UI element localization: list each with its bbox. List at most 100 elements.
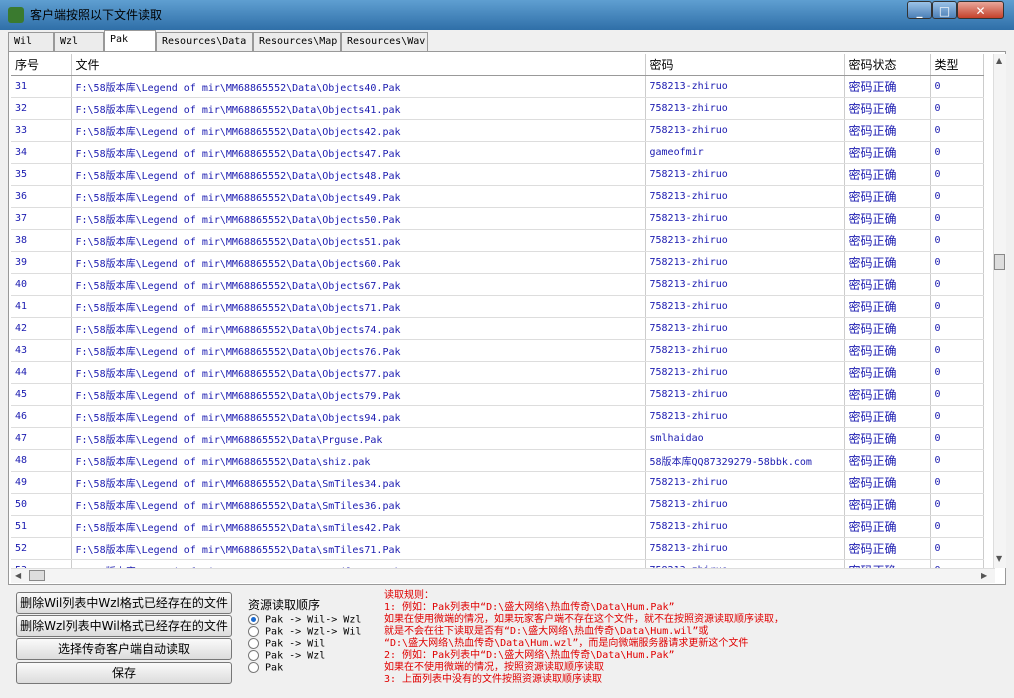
cell-type: 0 — [930, 229, 984, 252]
read-order-title: 资源读取顺序 — [248, 598, 321, 612]
minimize-button[interactable]: _ — [907, 1, 932, 19]
delete-wil-duplicates-button[interactable]: 删除Wil列表中Wzl格式已经存在的文件 — [16, 592, 232, 614]
cell-type: 0 — [930, 185, 984, 208]
cell-status: 密码正确 — [844, 405, 931, 428]
col-header-file[interactable]: 文件 — [71, 54, 646, 76]
radio-icon[interactable] — [248, 638, 259, 649]
radio-icon[interactable] — [248, 626, 259, 637]
tab-wzl[interactable]: Wzl — [54, 32, 104, 51]
cell-password: 758213-zhiruo — [645, 559, 845, 568]
cell-status: 密码正确 — [844, 427, 931, 450]
vertical-scrollbar[interactable]: ▲ ▼ — [993, 54, 1006, 568]
file-grid[interactable]: 序号 文件 密码 密码状态 类型 31 F:\58版本库\Legend of mi… — [11, 54, 995, 568]
cell-password: 758213-zhiruo — [645, 97, 845, 120]
table-row[interactable]: 51 F:\58版本库\Legend of mir\MM68865552\Data… — [11, 515, 984, 538]
tab-resources-data[interactable]: Resources\Data — [156, 32, 253, 51]
cell-status: 密码正确 — [844, 273, 931, 296]
order-option-2[interactable]: Pak -> Wil — [248, 638, 325, 650]
cell-index: 40 — [11, 273, 72, 296]
radio-icon[interactable] — [248, 662, 259, 673]
order-option-1[interactable]: Pak -> Wzl-> Wil — [248, 626, 361, 638]
order-option-3[interactable]: Pak -> Wzl — [248, 650, 325, 662]
table-row[interactable]: 38 F:\58版本库\Legend of mir\MM68865552\Data… — [11, 229, 984, 252]
cell-index: 38 — [11, 229, 72, 252]
col-header-password[interactable]: 密码 — [645, 54, 845, 76]
cell-password: 758213-zhiruo — [645, 405, 845, 428]
tab-pak[interactable]: Pak — [104, 30, 156, 52]
table-row[interactable]: 47 F:\58版本库\Legend of mir\MM68865552\Data… — [11, 427, 984, 450]
cell-index: 39 — [11, 251, 72, 274]
col-header-status[interactable]: 密码状态 — [844, 54, 931, 76]
cell-type: 0 — [930, 141, 984, 164]
table-row[interactable]: 40 F:\58版本库\Legend of mir\MM68865552\Data… — [11, 273, 984, 296]
cell-type: 0 — [930, 163, 984, 186]
cell-password: 758213-zhiruo — [645, 361, 845, 384]
table-row[interactable]: 33 F:\58版本库\Legend of mir\MM68865552\Data… — [11, 119, 984, 142]
cell-index: 48 — [11, 449, 72, 472]
table-row[interactable]: 39 F:\58版本库\Legend of mir\MM68865552\Data… — [11, 251, 984, 274]
scroll-left-icon[interactable]: ◀ — [15, 571, 21, 580]
cell-file: F:\58版本库\Legend of mir\MM68865552\Data\O… — [71, 185, 646, 208]
order-option-4[interactable]: Pak — [248, 662, 283, 674]
order-option-0[interactable]: Pak -> Wil-> Wzl — [248, 614, 361, 626]
horizontal-scrollbar[interactable]: ◀ ▶ — [11, 568, 995, 583]
cell-file: F:\58版本库\Legend of mir\MM68865552\Data\O… — [71, 339, 646, 362]
table-row[interactable]: 37 F:\58版本库\Legend of mir\MM68865552\Data… — [11, 207, 984, 230]
table-row[interactable]: 36 F:\58版本库\Legend of mir\MM68865552\Data… — [11, 185, 984, 208]
choose-client-button[interactable]: 选择传奇客户端自动读取 — [16, 638, 232, 660]
pak-panel: 序号 文件 密码 密码状态 类型 31 F:\58版本库\Legend of mi… — [8, 51, 1006, 585]
table-row[interactable]: 42 F:\58版本库\Legend of mir\MM68865552\Data… — [11, 317, 984, 340]
table-header: 序号 文件 密码 密码状态 类型 — [11, 54, 984, 76]
table-row[interactable]: 53F:\58版本库\Legend of mir\MM68865552\Data… — [11, 559, 984, 568]
tab-resources-map[interactable]: Resources\Map — [253, 32, 341, 51]
cell-file: F:\58版本库\Legend of mir\MM68865552\Data\O… — [71, 295, 646, 318]
cell-file: F:\58版本库\Legend of mir\MM68865552\Data\O… — [71, 163, 646, 186]
window-title: 客户端按照以下文件读取 — [30, 8, 163, 22]
vertical-scroll-thumb[interactable] — [994, 254, 1005, 270]
radio-icon[interactable] — [248, 650, 259, 661]
cell-file: F:\58版本库\Legend of mir\MM68865552\Data\s… — [71, 515, 646, 538]
rules-line: 如果在不使用微端的情况，按照资源读取顺序读取 — [384, 662, 604, 673]
table-row[interactable]: 48 F:\58版本库\Legend of mir\MM68865552\Data… — [11, 449, 984, 472]
table-row[interactable]: 35 F:\58版本库\Legend of mir\MM68865552\Data… — [11, 163, 984, 186]
table-row[interactable]: 49 F:\58版本库\Legend of mir\MM68865552\Data… — [11, 471, 984, 494]
table-row[interactable]: 52 F:\58版本库\Legend of mir\MM68865552\Data… — [11, 537, 984, 560]
cell-file: F:\58版本库\Legend of mir\MM68865552\Data\O… — [71, 75, 646, 98]
delete-wzl-duplicates-button[interactable]: 删除Wzl列表中Wil格式已经存在的文件 — [16, 615, 232, 637]
cell-password: 758213-zhiruo — [645, 163, 845, 186]
rules-line: 就是不会在往下读取是否有“D:\盛大网络\热血传奇\Data\Hum.wil”或 — [384, 626, 709, 637]
table-row[interactable]: 44 F:\58版本库\Legend of mir\MM68865552\Data… — [11, 361, 984, 384]
cell-password: smlhaidao — [645, 427, 845, 450]
cell-file: F:\58版本库\Legend of mir\MM68865552\Data\s… — [71, 449, 646, 472]
scroll-right-icon[interactable]: ▶ — [981, 571, 987, 580]
table-row[interactable]: 45 F:\58版本库\Legend of mir\MM68865552\Data… — [11, 383, 984, 406]
table-row[interactable]: 31 F:\58版本库\Legend of mir\MM68865552\Data… — [11, 75, 984, 98]
cell-status: 密码正确 — [844, 229, 931, 252]
col-header-index[interactable]: 序号 — [11, 54, 72, 76]
horizontal-scroll-thumb[interactable] — [29, 570, 45, 581]
cell-index: 31 — [11, 75, 72, 98]
table-row[interactable]: 41 F:\58版本库\Legend of mir\MM68865552\Data… — [11, 295, 984, 318]
cell-index: 51 — [11, 515, 72, 538]
scroll-down-icon[interactable]: ▼ — [996, 554, 1002, 563]
cell-file: F:\58版本库\Legend of mir\MM68865552\Data\O… — [71, 405, 646, 428]
tab-resources-wav[interactable]: Resources\Wav — [341, 32, 428, 51]
table-row[interactable]: 43 F:\58版本库\Legend of mir\MM68865552\Data… — [11, 339, 984, 362]
table-row[interactable]: 34 F:\58版本库\Legend of mir\MM68865552\Data… — [11, 141, 984, 164]
table-row[interactable]: 32 F:\58版本库\Legend of mir\MM68865552\Data… — [11, 97, 984, 120]
radio-icon[interactable] — [248, 614, 259, 625]
cell-type: 0 — [930, 251, 984, 274]
table-row[interactable]: 50 F:\58版本库\Legend of mir\MM68865552\Data… — [11, 493, 984, 516]
tab-wil[interactable]: Wil — [8, 32, 54, 51]
maximize-button[interactable]: □ — [932, 1, 957, 19]
save-button[interactable]: 保存 — [16, 662, 232, 684]
cell-password: 58版本库QQ87329279-58bbk.com — [645, 449, 845, 472]
cell-password: 758213-zhiruo — [645, 185, 845, 208]
col-header-type[interactable]: 类型 — [930, 54, 984, 76]
table-row[interactable]: 46 F:\58版本库\Legend of mir\MM68865552\Data… — [11, 405, 984, 428]
cell-password: gameofmir — [645, 141, 845, 164]
cell-password: 758213-zhiruo — [645, 515, 845, 538]
scroll-up-icon[interactable]: ▲ — [996, 56, 1002, 65]
cell-status: 密码正确 — [844, 493, 931, 516]
close-button[interactable]: ✕ — [957, 1, 1004, 19]
